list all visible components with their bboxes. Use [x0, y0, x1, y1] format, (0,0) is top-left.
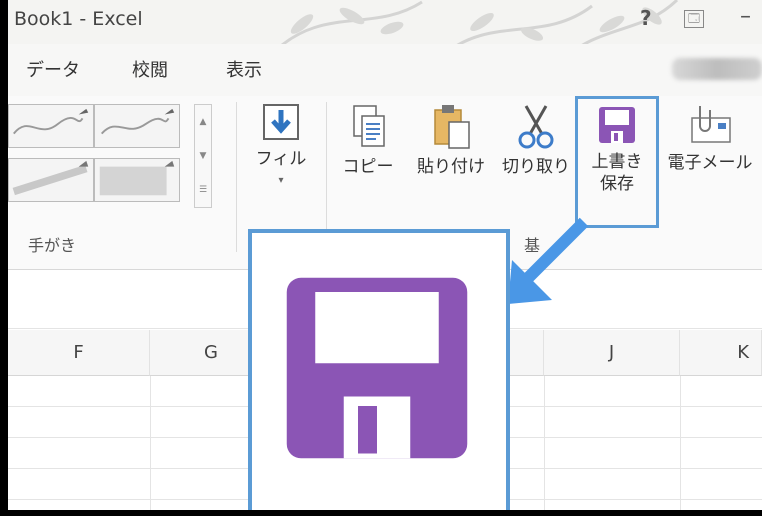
window-title: Book1 - Excel	[14, 8, 143, 30]
grid-column-line	[680, 376, 681, 510]
group-separator	[236, 102, 237, 252]
ink-highlighter-style-1[interactable]	[8, 158, 94, 202]
ribbon-display-options-icon: 🗔	[688, 12, 700, 25]
gallery-expand-icon[interactable]: ☰	[195, 173, 211, 207]
email-attachment-icon	[691, 106, 731, 143]
cut-button[interactable]: 切り取り	[496, 102, 576, 178]
grid-column-line	[544, 376, 545, 510]
column-header-j[interactable]: J	[544, 330, 680, 376]
scroll-down-icon[interactable]: ▼	[195, 139, 211, 173]
fill-label: フィル	[255, 149, 307, 169]
ink-gallery-scroller[interactable]: ▲ ▼ ☰	[194, 104, 212, 208]
column-header-f[interactable]: F	[8, 330, 150, 376]
account-area-blurred	[672, 58, 762, 80]
column-header-k[interactable]: K	[680, 330, 762, 376]
copy-button[interactable]: コピー	[338, 102, 398, 178]
cut-label: 切り取り	[502, 157, 570, 177]
ink-pen-style-1[interactable]	[8, 104, 94, 148]
column-header-g[interactable]: G	[150, 330, 250, 376]
paste-clipboard-icon	[434, 105, 470, 149]
ink-group-label: 手がき	[28, 236, 77, 255]
tab-review[interactable]: 校閲	[132, 56, 168, 82]
title-bar: Book1 - Excel ? 🗔 –	[8, 0, 762, 44]
fill-dropdown-icon: ▾	[278, 175, 284, 186]
callout-arrow-icon	[508, 217, 589, 304]
ink-pen-style-2[interactable]	[94, 104, 180, 148]
scissors-icon	[518, 105, 554, 149]
help-button[interactable]: ?	[640, 6, 652, 30]
save-floppy-icon	[599, 107, 635, 143]
scroll-up-icon[interactable]: ▲	[195, 105, 211, 139]
minimize-button[interactable]: –	[740, 4, 751, 29]
save-label-line2: 保存	[600, 174, 634, 194]
save-floppy-zoom-icon	[286, 277, 468, 459]
copy-icon	[353, 105, 385, 147]
tab-data[interactable]: データ	[26, 56, 80, 82]
paste-button[interactable]: 貼り付け	[412, 102, 490, 178]
zoomed-save-callout	[248, 229, 510, 510]
excel-window: Book1 - Excel ? 🗔 – データ 校閲 表示 ▲ ▼ ☰ 手がき …	[8, 0, 762, 510]
ribbon-display-options-button[interactable]: 🗔	[684, 10, 704, 28]
grid-column-line	[150, 376, 151, 510]
email-label: 電子メール	[667, 153, 753, 173]
ribbon-tabs: データ 校閲 表示	[8, 44, 762, 96]
fill-button[interactable]: フィル ▾	[248, 102, 314, 192]
tab-view[interactable]: 表示	[226, 56, 262, 82]
save-button[interactable]: 上書き 保存	[575, 96, 659, 228]
email-button[interactable]: 電子メール	[658, 102, 762, 174]
paste-label: 貼り付け	[417, 157, 485, 177]
ink-highlighter-style-2[interactable]	[94, 158, 180, 202]
copy-label: コピー	[342, 157, 394, 177]
save-label-line1: 上書き	[591, 152, 643, 172]
decorative-leaves-background	[280, 0, 679, 44]
fill-down-arrow-icon	[263, 104, 299, 140]
